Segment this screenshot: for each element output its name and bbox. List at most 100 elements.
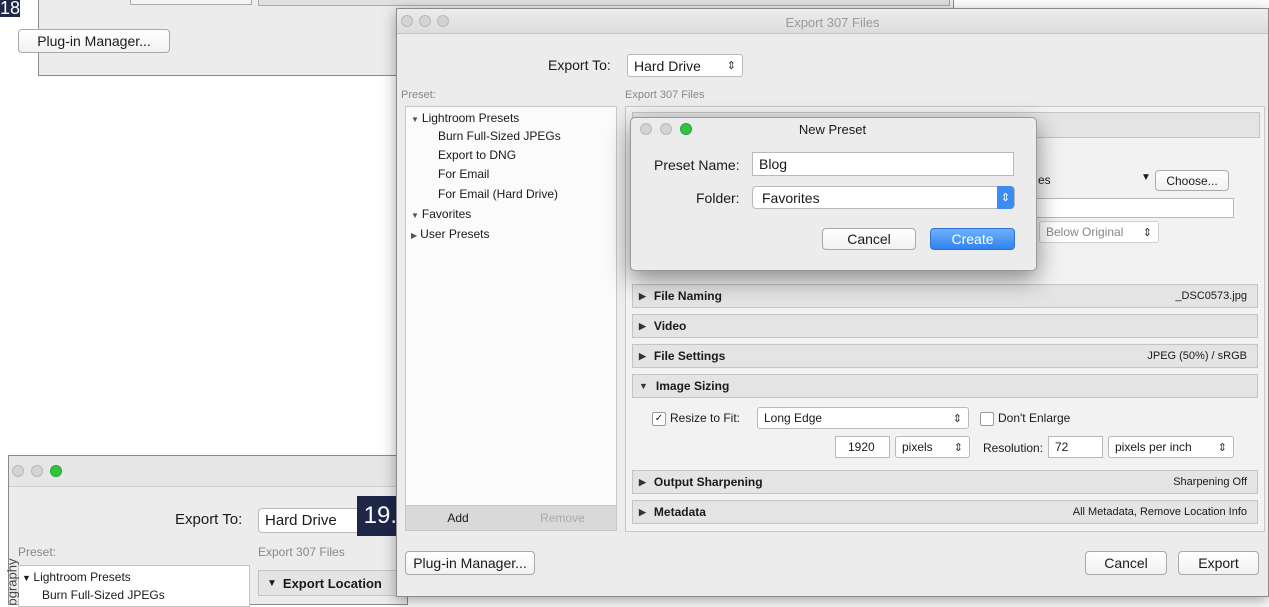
preset-tree-item[interactable]: ▼ Lightroom Presets: [411, 111, 519, 125]
section-header[interactable]: ▶ Video: [632, 314, 1258, 338]
triangle-down-icon: ▼: [22, 573, 34, 583]
add-preset-button[interactable]: Add: [406, 506, 510, 529]
remove-preset-button[interactable]: Remove: [511, 506, 614, 529]
section-header[interactable]: ▶ File Naming _DSC0573.jpg: [632, 284, 1258, 308]
size-unit-select[interactable]: pixels ⇕: [895, 436, 970, 458]
section-title: Image Sizing: [655, 379, 730, 393]
section-summary: JPEG (50%) / sRGB: [1147, 350, 1247, 362]
export-files-label: Export 307 Files: [625, 89, 705, 101]
preset-name-input[interactable]: Blog: [752, 152, 1014, 176]
close-icon[interactable]: [12, 465, 24, 477]
updown-arrows-icon: ⇕: [952, 412, 962, 425]
dialog-cancel-button[interactable]: Cancel: [822, 228, 916, 250]
updown-arrows-icon: ⇕: [1217, 441, 1227, 454]
export-to-value: Hard Drive: [634, 57, 701, 74]
folder-select[interactable]: Favorites ⇕: [752, 186, 1015, 209]
back-export-to-label: Export To:: [175, 511, 243, 528]
back-export-to-select[interactable]: Hard Drive: [258, 508, 368, 533]
choose-folder-button[interactable]: Choose...: [1155, 170, 1229, 191]
section-title: Video: [653, 319, 687, 333]
preset-label: Preset:: [401, 89, 436, 101]
back-tree-item-burn[interactable]: Burn Full-Sized JPEGs: [42, 588, 165, 602]
section-summary: Sharpening Off: [1173, 476, 1247, 488]
resolution-field[interactable]: 72: [1048, 436, 1103, 458]
minimize-icon[interactable]: [31, 465, 43, 477]
section-title: File Naming: [653, 289, 722, 303]
cancel-button[interactable]: Cancel: [1085, 551, 1167, 575]
triangle-right-icon: ▶: [639, 290, 646, 301]
size-value-field[interactable]: 1920: [835, 436, 890, 458]
back-window-top-fragment-2: [258, 0, 950, 6]
size-unit-value: pixels: [902, 440, 933, 454]
triangle-right-icon: ▶: [639, 476, 646, 487]
section-summary: _DSC0573.jpg: [1175, 290, 1247, 302]
dont-enlarge-checkbox[interactable]: [980, 412, 994, 426]
updown-arrows-icon: ⇕: [1142, 226, 1152, 239]
triangle-down-icon: ▼: [411, 115, 419, 124]
triangle-down-icon: ▼: [267, 577, 277, 589]
updown-arrows-icon: ⇕: [726, 60, 736, 72]
triangle-down-icon: ▼: [411, 211, 419, 220]
updown-arrows-icon: ⇕: [953, 441, 963, 454]
create-button[interactable]: Create: [930, 228, 1015, 250]
preset-tree-label: For Email (Hard Drive): [438, 187, 559, 201]
folder-label: Folder:: [696, 190, 740, 206]
triangle-right-icon: ▶: [411, 231, 418, 240]
section-header[interactable]: ▶ File Settings JPEG (50%) / sRGB: [632, 344, 1258, 368]
triangle-right-icon: ▶: [639, 506, 646, 517]
window-title: Export 307 Files: [785, 15, 880, 30]
back-export-location-label: Export Location: [282, 575, 382, 591]
plugin-manager-button[interactable]: Plug-in Manager...: [405, 551, 535, 575]
resize-mode-select[interactable]: Long Edge ⇕: [757, 407, 969, 429]
section-header[interactable]: ▶ Output Sharpening Sharpening Off: [632, 470, 1258, 494]
resolution-unit-select[interactable]: pixels per inch ⇕: [1108, 436, 1234, 458]
back-side-caption: ography: [4, 558, 20, 606]
step-badge-18: 18: [0, 0, 20, 17]
preset-tree-label: For Email: [438, 167, 490, 181]
preset-tree-item[interactable]: Burn Full-Sized JPEGs: [438, 129, 561, 143]
preset-tree-item[interactable]: ▼ Favorites: [411, 207, 471, 221]
preset-tree-label: Export to DNG: [438, 148, 517, 162]
preset-tree-label: Burn Full-Sized JPEGs: [438, 129, 561, 143]
back-tree-label: Lightroom Presets: [33, 570, 131, 584]
folder-value: Favorites: [762, 189, 820, 206]
triangle-down-icon: ▼: [639, 381, 648, 391]
preset-tree-item[interactable]: For Email: [438, 167, 489, 181]
preset-name-label: Preset Name:: [654, 157, 740, 173]
back-preset-label: Preset:: [18, 545, 57, 559]
section-header[interactable]: ▼ Image Sizing: [632, 374, 1258, 398]
preset-tree-label: Lightroom Presets: [421, 111, 520, 125]
triangle-right-icon: ▶: [639, 350, 646, 361]
back-export-files-label: Export 307 Files: [258, 545, 345, 559]
existing-files-select[interactable]: Below Original ⇕: [1039, 221, 1159, 243]
preset-tree-label: Favorites: [421, 207, 472, 221]
back-tree-item-lightroom-presets[interactable]: ▼ Lightroom Presets: [22, 570, 131, 584]
section-header[interactable]: ▶ Metadata All Metadata, Remove Location I…: [632, 500, 1258, 524]
export-to-select[interactable]: Hard Drive ⇕: [627, 54, 743, 77]
updown-arrows-icon: ⇕: [997, 186, 1014, 209]
export-location-partial-text: es: [1038, 173, 1051, 187]
subfolder-name-field[interactable]: [1035, 198, 1234, 218]
triangle-right-icon: ▶: [639, 320, 646, 331]
dont-enlarge-label: Don't Enlarge: [998, 411, 1071, 425]
existing-files-value: Below Original: [1046, 225, 1124, 239]
preset-tree-item[interactable]: For Email (Hard Drive): [438, 187, 558, 201]
back-window-top-fragment: [130, 0, 252, 5]
export-to-label: Export To:: [548, 57, 611, 73]
preset-tree-label: User Presets: [420, 227, 490, 241]
back-export-location-header[interactable]: ▼ Export Location: [258, 570, 400, 596]
preset-tree-item[interactable]: ▶ User Presets: [411, 227, 490, 241]
section-title: File Settings: [653, 349, 726, 363]
section-summary: All Metadata, Remove Location Info: [1072, 506, 1247, 518]
export-button[interactable]: Export: [1178, 551, 1259, 575]
section-title: Output Sharpening: [653, 475, 763, 489]
back-plugin-manager-button[interactable]: Plug-in Manager...: [18, 29, 170, 53]
back-window-bottom-titlebar: [9, 456, 407, 487]
resize-checkbox[interactable]: ✓: [652, 412, 666, 426]
resolution-label: Resolution:: [983, 441, 1044, 455]
section-title: Metadata: [653, 505, 706, 519]
preset-tree-item[interactable]: Export to DNG: [438, 148, 516, 162]
folder-dropdown-arrow-icon[interactable]: ▼: [1141, 172, 1151, 183]
zoom-icon[interactable]: [50, 465, 62, 477]
resize-to-fit-label: Resize to Fit:: [670, 411, 741, 425]
